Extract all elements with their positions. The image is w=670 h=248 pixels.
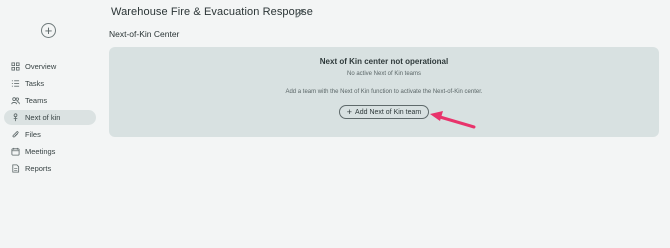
sidebar-item-files[interactable]: Files [4,127,96,142]
sidebar-item-tasks[interactable]: Tasks [4,76,96,91]
button-label: Add Next of Kin team [355,108,422,116]
next-of-kin-status-card: Next of Kin center not operational No ac… [109,47,659,137]
paperclip-icon [10,130,20,140]
sidebar-nav: Overview Tasks Teams Next of kin Files M… [4,59,96,178]
sidebar-item-teams[interactable]: Teams [4,93,96,108]
sidebar-item-reports[interactable]: Reports [4,161,96,176]
card-heading: Next of Kin center not operational [319,57,449,66]
grid-icon [10,62,20,72]
document-icon [10,164,20,174]
sidebar-item-label: Reports [25,164,52,173]
card-subtext: No active Next of Kin teams [346,71,422,77]
sidebar-item-label: Overview [25,62,57,71]
calendar-icon [10,147,20,157]
page-title: Warehouse Fire & Evacuation Response [111,6,313,18]
section-title: Next-of-Kin Center [109,29,180,39]
sidebar-item-label: Teams [25,96,48,105]
pointer-arrow-icon [430,111,476,129]
card-description: Add a team with the Next of Kin function… [285,89,483,95]
page: + Overview Tasks Teams Next of kin Files… [0,0,670,248]
sidebar: + Overview Tasks Teams Next of kin Files… [0,0,100,248]
sidebar-item-label: Files [25,130,41,139]
sidebar-item-label: Meetings [25,147,56,156]
add-next-of-kin-team-button[interactable]: + Add Next of Kin team [339,105,429,119]
sidebar-item-label: Tasks [25,79,45,88]
pencil-icon[interactable] [294,6,305,18]
add-button[interactable]: + [41,23,56,38]
person-icon [10,113,20,123]
sidebar-item-overview[interactable]: Overview [4,59,96,74]
sidebar-item-label: Next of kin [25,113,61,122]
sidebar-item-meetings[interactable]: Meetings [4,144,96,159]
people-icon [10,96,20,106]
sidebar-item-next-of-kin[interactable]: Next of kin [4,110,96,125]
plus-icon: + [346,106,353,117]
plus-icon: + [44,23,53,38]
list-icon [10,79,20,89]
